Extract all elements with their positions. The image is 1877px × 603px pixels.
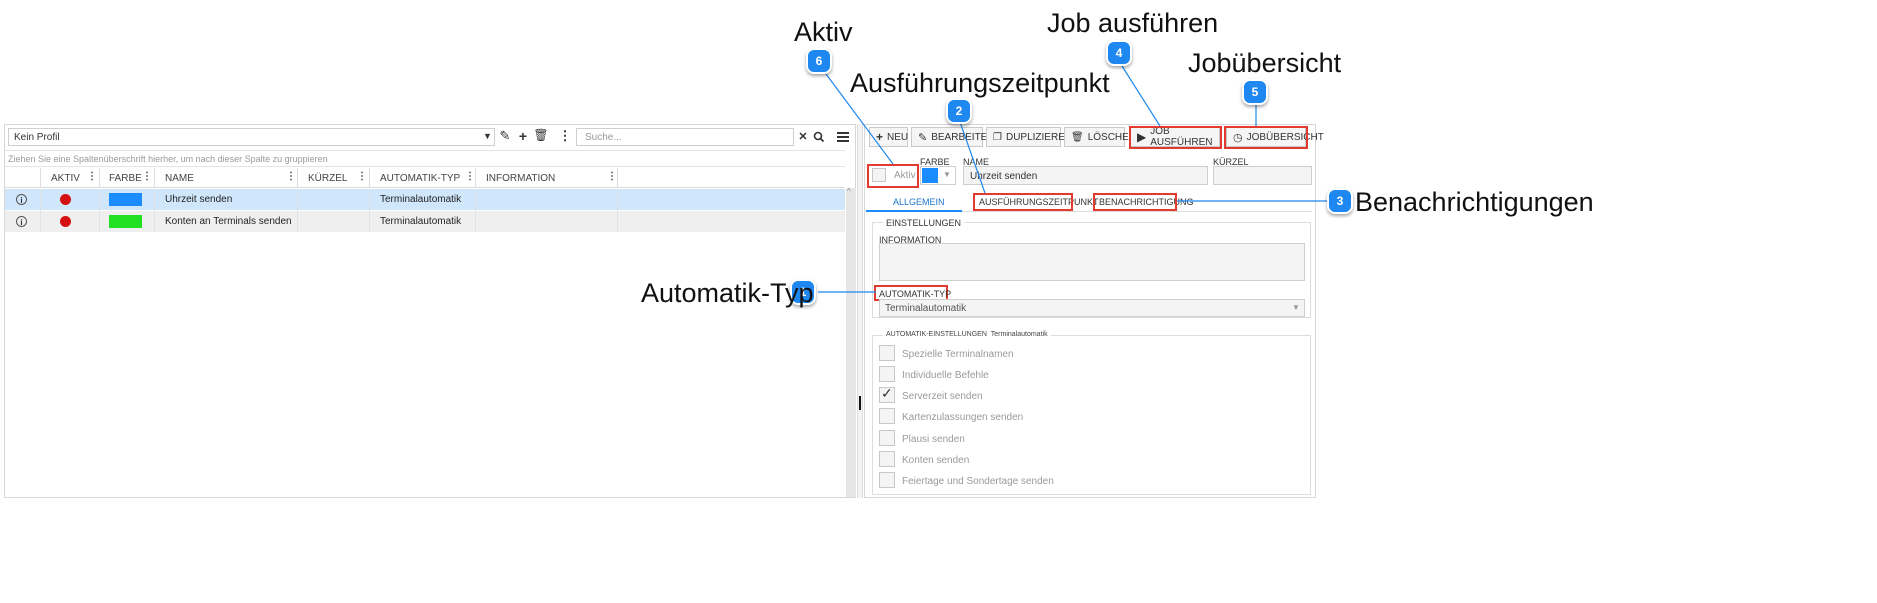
callout-label: Job ausführen — [1047, 8, 1219, 38]
callout-badge: 3 — [1327, 188, 1353, 214]
callout-label: Benachrichtigungen — [1355, 187, 1594, 217]
callout-label: Jobübersicht — [1188, 48, 1342, 78]
callout-label: Automatik-Typ — [641, 278, 814, 308]
callout-badge: 5 — [1242, 79, 1268, 105]
callout-label: Ausführungszeitpunkt — [850, 68, 1110, 98]
callout-badge: 4 — [1106, 40, 1132, 66]
callout-label: Aktiv — [794, 17, 853, 47]
callout-badge: 2 — [946, 98, 972, 124]
callout-badge: 6 — [806, 48, 832, 74]
